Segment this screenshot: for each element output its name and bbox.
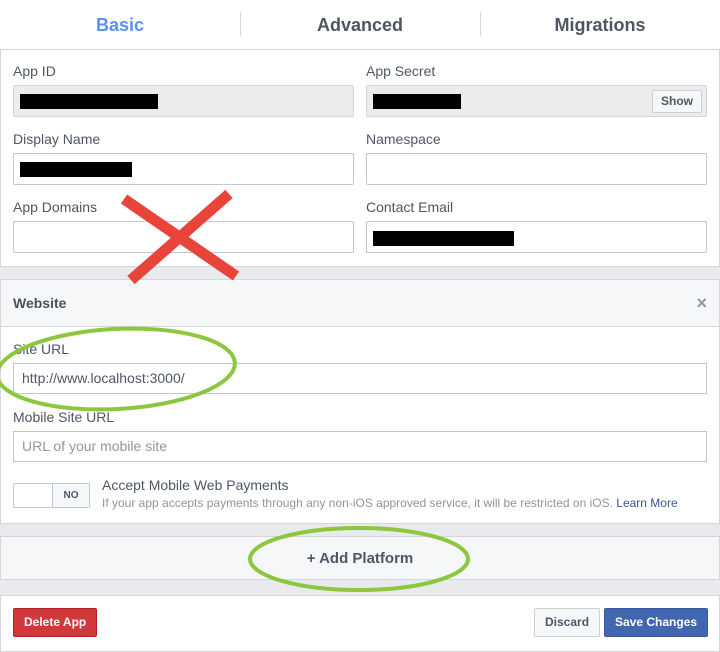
add-platform-button[interactable]: + Add Platform [0,536,720,580]
payments-title: Accept Mobile Web Payments [102,477,289,493]
display-name-label: Display Name [13,131,101,147]
redaction-bar [20,94,158,109]
tab-advanced[interactable]: Advanced [240,0,480,49]
app-secret-label: App Secret [366,63,436,79]
website-title: Website [13,295,67,311]
mobile-site-url-placeholder: URL of your mobile site [22,438,167,454]
tab-migrations[interactable]: Migrations [480,0,720,49]
app-secret-field[interactable]: Show [366,85,707,117]
payments-toggle[interactable]: NO [13,483,90,508]
site-url-label: Site URL [13,341,70,357]
site-url-value: http://www.localhost:3000/ [22,370,185,386]
save-changes-button[interactable]: Save Changes [604,608,709,637]
contact-email-field[interactable] [366,221,707,253]
mobile-site-url-label: Mobile Site URL [13,409,115,425]
toggle-state: NO [52,484,89,507]
discard-button[interactable]: Discard [534,608,601,637]
payments-desc-text: If your app accepts payments through any… [102,496,613,510]
delete-app-button[interactable]: Delete App [13,608,98,637]
redaction-bar [373,231,514,246]
display-name-field[interactable] [13,153,354,185]
namespace-label: Namespace [366,131,441,147]
mobile-site-url-input[interactable]: URL of your mobile site [13,431,707,462]
app-id-field [13,85,354,117]
learn-more-link[interactable]: Learn More [616,496,677,510]
payments-description: If your app accepts payments through any… [102,496,678,510]
redaction-bar [20,162,132,177]
contact-email-label: Contact Email [366,199,454,215]
site-url-input[interactable]: http://www.localhost:3000/ [13,363,707,394]
redaction-bar [373,94,461,109]
close-icon[interactable]: × [696,280,707,327]
website-header: Website × [1,280,719,327]
tab-basic[interactable]: Basic [0,0,240,49]
app-domains-label: App Domains [13,199,98,215]
namespace-field[interactable] [366,153,707,185]
show-secret-button[interactable]: Show [652,90,702,113]
app-domains-field[interactable] [13,221,354,253]
app-id-label: App ID [13,63,56,79]
settings-tabs: Basic Advanced Migrations [0,0,720,50]
